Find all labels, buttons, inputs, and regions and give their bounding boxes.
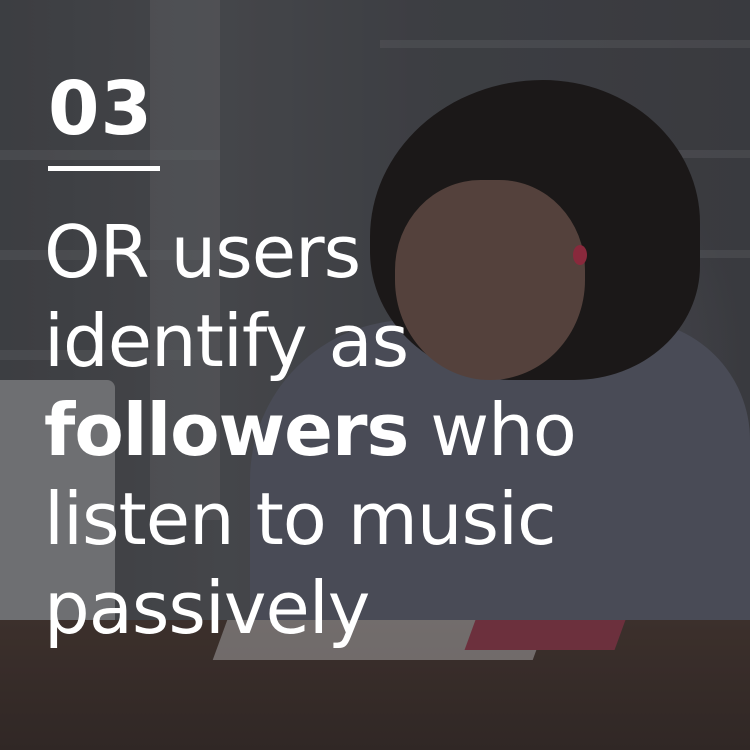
number-underline (48, 166, 160, 171)
headline-line-3: followers who (44, 386, 744, 475)
slide-card: 03 OR users identify as followers who li… (0, 0, 750, 750)
headline: OR users identify as followers who liste… (44, 208, 744, 653)
headline-line-5: passively (44, 566, 370, 650)
headline-line-2: identify as (44, 299, 409, 383)
headline-line-1: OR users (44, 210, 361, 294)
headline-line-4: listen to music (44, 477, 557, 561)
headline-emphasis: followers (44, 388, 409, 472)
headline-line-3-rest: who (408, 388, 577, 472)
slide-number: 03 (48, 66, 153, 152)
